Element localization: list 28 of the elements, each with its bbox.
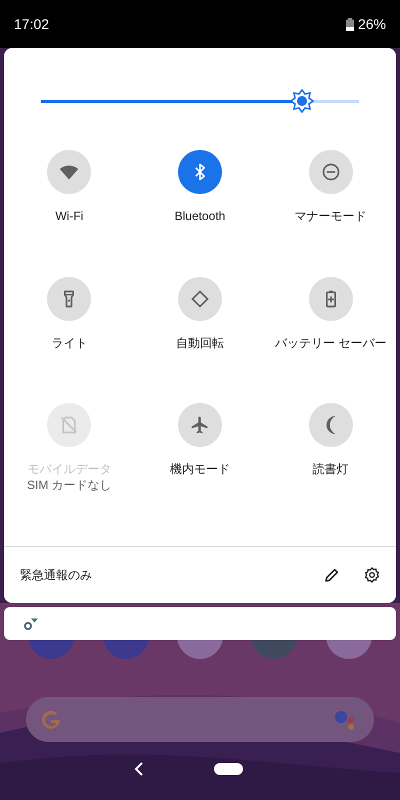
no-sim-icon [59,415,80,436]
tile-label: 読書灯 [312,461,350,478]
airplane-icon [190,415,210,436]
assistant-icon [335,710,361,730]
tile-label: 機内モード [168,461,231,478]
tile-subtitle: SIM カードなし [26,477,112,494]
pencil-icon[interactable] [324,567,340,583]
tile-label: ライト [50,334,88,351]
battery-icon [346,18,354,30]
carrier-status: 緊急通報のみ [20,567,93,584]
tile-toggle[interactable] [308,150,353,194]
tile-toggle[interactable] [47,150,92,194]
minus-circle-icon [320,162,341,182]
tile-label: モバイルデータ [26,461,112,478]
back-icon[interactable] [134,762,144,776]
moon-icon [326,416,336,434]
brightness-slider[interactable] [41,89,359,113]
brightness-thumb-icon[interactable] [290,89,314,113]
tile-label: Bluetooth [174,208,226,224]
clock: 17:02 [14,14,50,34]
tile-label: バッテリー セーバー [274,334,387,351]
tile-label: マナーモード [294,208,368,224]
battery-percentage: 26% [358,14,386,34]
home-pill[interactable] [214,763,242,775]
tile-toggle[interactable] [178,150,222,194]
tile-label: Wi-Fi [54,208,84,224]
settings-icon[interactable] [364,567,380,583]
tile-label: 自動回転 [174,334,225,351]
